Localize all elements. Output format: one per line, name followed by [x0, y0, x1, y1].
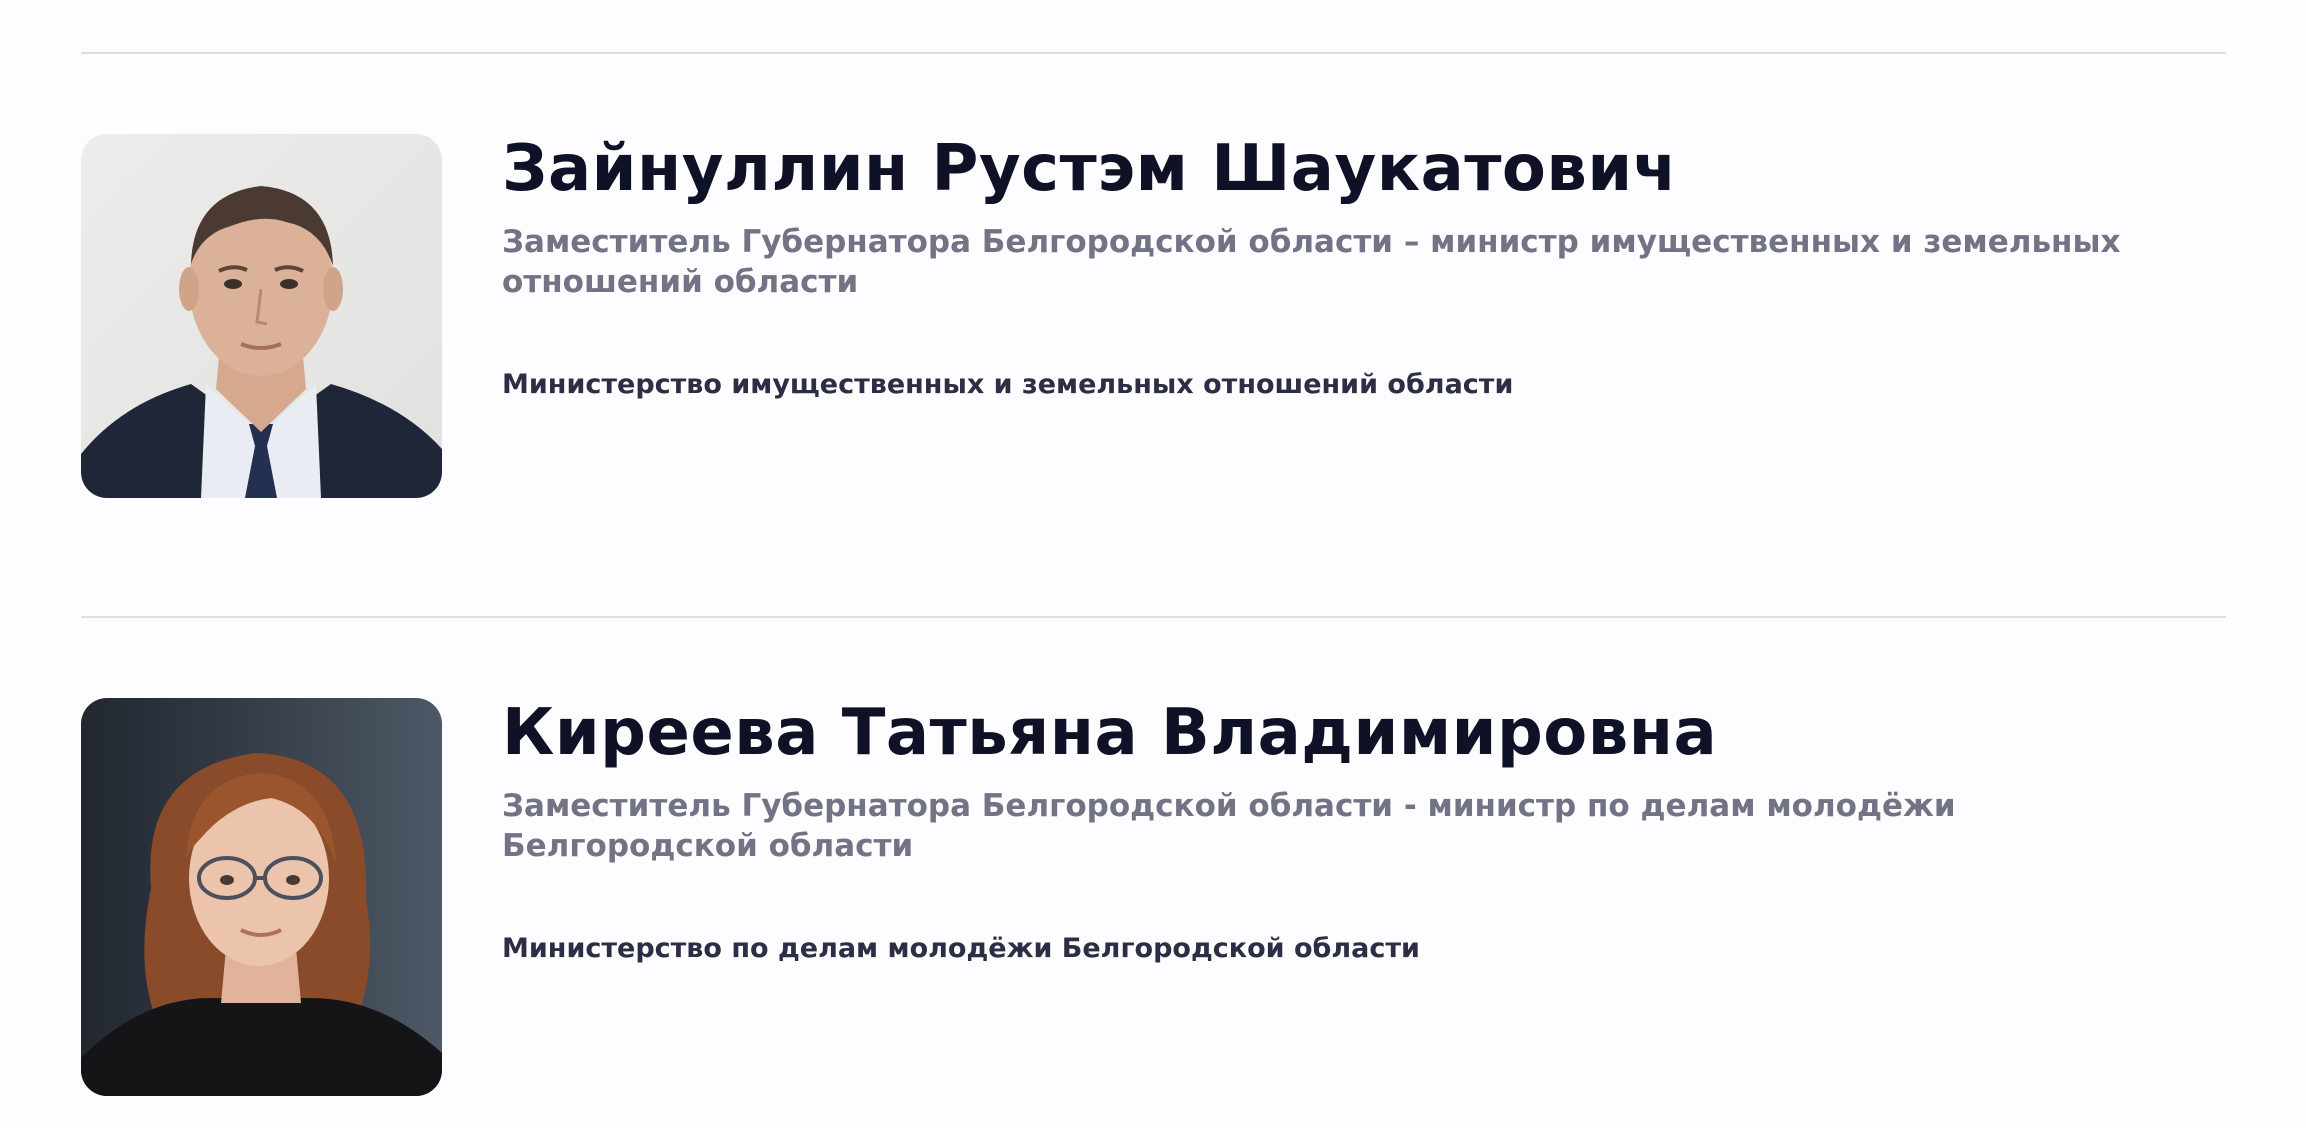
person-name: Зайнуллин Рустэм Шаукатович	[502, 132, 1678, 206]
person-position: Заместитель Губернатора Белгородской обл…	[502, 788, 1956, 865]
person-photo	[81, 134, 442, 498]
person-card: Киреева Татьяна Владимировна Заместитель…	[81, 698, 2226, 1096]
top-divider	[81, 52, 2226, 54]
person-info: Киреева Татьяна Владимировна Заместитель…	[502, 698, 2226, 966]
person-position: Заместитель Губернатора Белгородской обл…	[502, 224, 2121, 301]
ministry-link[interactable]: Министерство имущественных и земельных о…	[502, 368, 1513, 402]
person-info: Зайнуллин Рустэм Шаукатович Заместитель …	[502, 134, 2226, 402]
section-divider	[81, 616, 2226, 618]
person-photo	[81, 698, 442, 1096]
ministry-link[interactable]: Министерство по делам молодёжи Белгородс…	[502, 932, 1420, 966]
person-name: Киреева Татьяна Владимировна	[502, 696, 1718, 770]
person-card: Зайнуллин Рустэм Шаукатович Заместитель …	[81, 134, 2226, 498]
